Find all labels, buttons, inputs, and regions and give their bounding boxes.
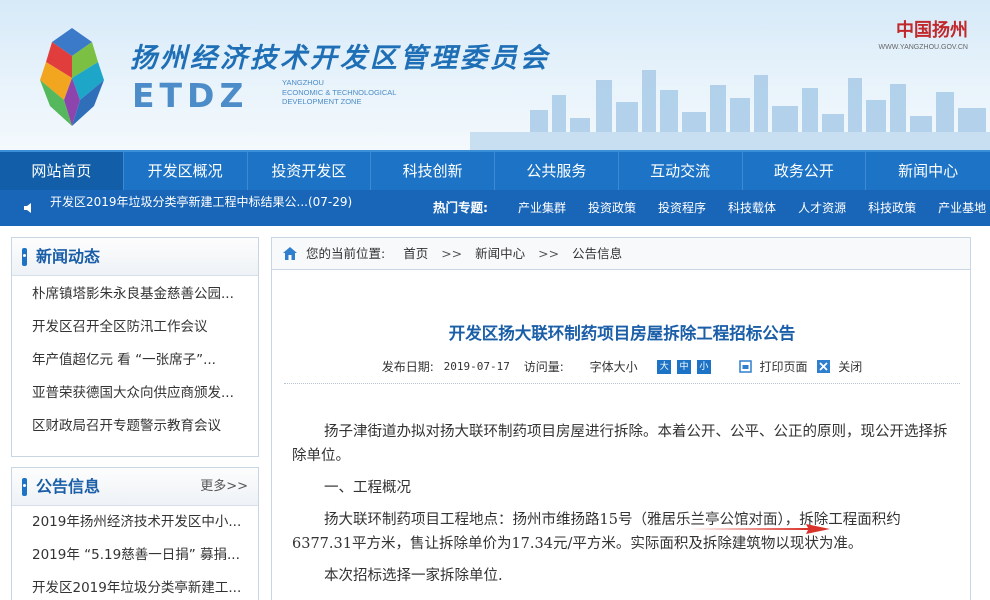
- etdz-logo-icon: [40, 28, 104, 126]
- hot-link-invest-procedure[interactable]: 投资程序: [658, 190, 706, 226]
- brand-url: WWW.YANGZHOU.GOV.CN: [878, 44, 968, 51]
- meta-divider: [284, 383, 960, 384]
- nav-invest[interactable]: 投资开发区: [248, 152, 372, 190]
- list-item[interactable]: 区财政局召开专题警示教育会议: [32, 410, 254, 443]
- news-box-header: 新闻动态: [12, 238, 258, 276]
- china-yangzhou-link[interactable]: 中国扬州 WWW.YANGZHOU.GOV.CN: [879, 16, 968, 51]
- nav-tech[interactable]: 科技创新: [371, 152, 495, 190]
- notice-box-header: 公告信息 更多>>: [12, 468, 258, 506]
- news-list: 朴席镇塔影朱永良基金慈善公园... 开发区召开全区防汛工作会议 年产值超亿元 看…: [12, 276, 258, 443]
- list-item[interactable]: 亚普荣获德国大众向供应商颁发...: [32, 377, 254, 410]
- nav-overview[interactable]: 开发区概况: [124, 152, 248, 190]
- article-paragraph: 一、工程概况: [324, 480, 411, 496]
- nav-gov-affairs[interactable]: 政务公开: [743, 152, 867, 190]
- page: 扬州经济技术开发区管理委员会 ETDZ YANGZHOU ECONOMIC & …: [0, 0, 990, 600]
- hot-link-tech-carrier[interactable]: 科技载体: [728, 190, 776, 226]
- speaker-icon: [24, 203, 31, 213]
- news-box: 新闻动态 朴席镇塔影朱永良基金慈善公园... 开发区召开全区防汛工作会议 年产值…: [11, 237, 259, 457]
- list-item[interactable]: 年产值超亿元 看 “一张席子”...: [32, 344, 254, 377]
- nav-public-service[interactable]: 公共服务: [495, 152, 619, 190]
- article-panel: 您的当前位置: 首页 >> 新闻中心 >> 公告信息 开发区扬大联环制药项目房屋…: [271, 237, 971, 600]
- article-paragraph: 扬子津街道办拟对扬大联环制药项目房屋进行拆除。本着公开、公平、公正的原则，现公开…: [292, 424, 948, 464]
- list-item[interactable]: 开发区召开全区防汛工作会议: [32, 311, 254, 344]
- hot-link-tech-policy[interactable]: 科技政策: [868, 190, 916, 226]
- close-icon: [817, 360, 831, 373]
- red-arrow-annotation: [690, 524, 830, 534]
- hot-topics-label: 热门专题:: [433, 200, 488, 215]
- article-meta: 发布日期: 2019-07-17 访问量: 字体大小 大 中 小 打印页面 关闭: [272, 358, 972, 378]
- dot-icon: [23, 254, 26, 257]
- hot-topics-list: 产业集群 投资政策 投资程序 科技载体 人才资源 科技政策 产业基地: [518, 190, 986, 226]
- font-size-small-button[interactable]: 小: [696, 359, 711, 374]
- nav-interaction[interactable]: 互动交流: [619, 152, 743, 190]
- print-page-link[interactable]: 打印页面: [760, 360, 808, 374]
- hot-link-invest-policy[interactable]: 投资政策: [588, 190, 636, 226]
- print-icon: [738, 360, 752, 373]
- list-item[interactable]: 朴席镇塔影朱永良基金慈善公园...: [32, 278, 254, 311]
- notice-box-title[interactable]: 公告信息: [36, 468, 100, 506]
- bar-icon: [22, 478, 27, 496]
- list-item[interactable]: 开发区2019年垃圾分类亭新建工...: [32, 572, 254, 600]
- hot-link-talent[interactable]: 人才资源: [798, 190, 846, 226]
- publish-date: 2019-07-17: [443, 360, 510, 373]
- ticker-news-link[interactable]: 开发区2019年垃圾分类亭新建工程中标结果公...(07-29): [50, 190, 352, 214]
- site-title: 扬州经济技术开发区管理委员会: [130, 43, 550, 74]
- breadcrumb-separator: >>: [441, 246, 463, 261]
- breadcrumb: 您的当前位置: 首页 >> 新闻中心 >> 公告信息: [272, 238, 970, 270]
- nav-home[interactable]: 网站首页: [0, 152, 124, 190]
- views-label: 访问量:: [523, 360, 564, 374]
- font-size-medium-button[interactable]: 中: [677, 359, 692, 374]
- bar-icon: [22, 248, 27, 266]
- article-paragraph: 扬大联环制药项目工程地点：扬州市维扬路15号（雅居乐兰亭公馆对面），拆除工程面积…: [292, 512, 901, 552]
- news-box-title[interactable]: 新闻动态: [36, 238, 100, 276]
- breadcrumb-home[interactable]: 首页: [403, 246, 428, 261]
- site-header: 扬州经济技术开发区管理委员会 ETDZ YANGZHOU ECONOMIC & …: [0, 0, 990, 150]
- breadcrumb-trail: 您的当前位置: 首页 >> 新闻中心 >> 公告信息: [306, 238, 622, 270]
- breadcrumb-notices[interactable]: 公告信息: [572, 246, 622, 261]
- breadcrumb-news-center[interactable]: 新闻中心: [475, 246, 525, 261]
- notice-box: 公告信息 更多>> 2019年扬州经济技术开发区中小... 2019年 “5.1…: [11, 467, 259, 600]
- brand-name: 中国扬州: [896, 20, 968, 41]
- article-paragraph: 本次招标选择一家拆除单位.: [324, 568, 503, 584]
- close-link[interactable]: 关闭: [838, 360, 862, 374]
- dot-icon: [23, 484, 26, 487]
- font-size-label: 字体大小: [589, 360, 638, 374]
- article-title: 开发区扬大联环制药项目房屋拆除工程招标公告: [448, 324, 796, 343]
- home-icon: [283, 247, 297, 260]
- hot-link-industry-base[interactable]: 产业基地: [938, 190, 986, 226]
- etdz-wordmark: ETDZ: [132, 76, 249, 115]
- etdz-english-name: YANGZHOU ECONOMIC & TECHNOLOGICAL DEVELO…: [282, 78, 397, 106]
- list-item[interactable]: 2019年扬州经济技术开发区中小...: [32, 506, 254, 539]
- date-label: 发布日期:: [381, 360, 434, 374]
- article-body: 扬子津街道办拟对扬大联环制药项目房屋进行拆除。本着公开、公平、公正的原则，现公开…: [292, 420, 952, 596]
- nav-news-center[interactable]: 新闻中心: [866, 152, 990, 190]
- more-link[interactable]: 更多>>: [200, 468, 248, 506]
- breadcrumb-separator: >>: [538, 246, 560, 261]
- hot-link-industry-cluster[interactable]: 产业集群: [518, 190, 566, 226]
- breadcrumb-prefix: 您的当前位置:: [306, 246, 386, 261]
- list-item[interactable]: 2019年 “5.19慈善一日捐” 募捐...: [32, 539, 254, 572]
- font-size-large-button[interactable]: 大: [657, 359, 672, 374]
- notice-list: 2019年扬州经济技术开发区中小... 2019年 “5.19慈善一日捐” 募捐…: [12, 506, 258, 600]
- main-nav: 网站首页 开发区概况 投资开发区 科技创新 公共服务 互动交流 政务公开 新闻中…: [0, 150, 990, 190]
- ticker-bar: 开发区2019年垃圾分类亭新建工程中标结果公...(07-29) 热门专题: 产…: [0, 190, 990, 226]
